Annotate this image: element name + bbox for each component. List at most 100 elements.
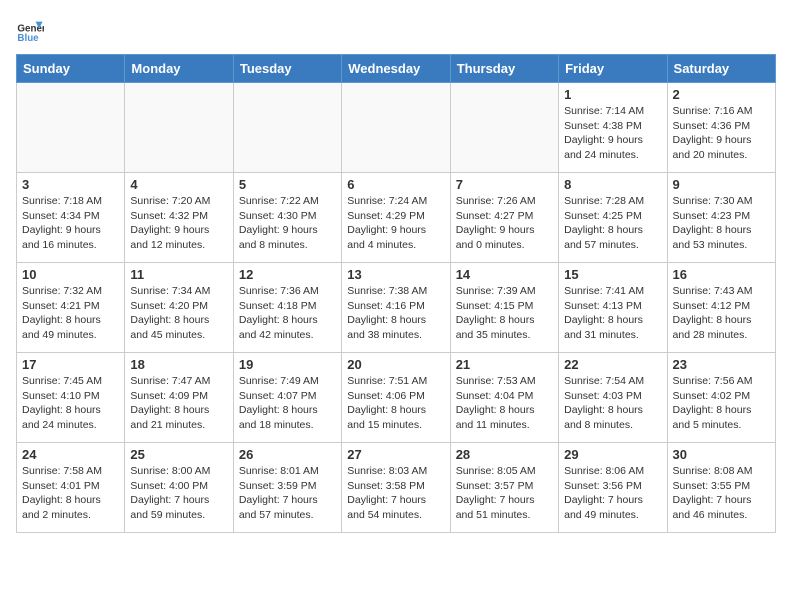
calendar-cell: 30Sunrise: 8:08 AM Sunset: 3:55 PM Dayli… xyxy=(667,443,775,533)
svg-text:Blue: Blue xyxy=(17,33,39,44)
calendar-cell: 12 Sunrise: 7:36 AM Sunset: 4:18 PM Dayli… xyxy=(233,263,341,353)
day-info: Sunrise: 8:01 AM Sunset: 3:59 PM Dayligh… xyxy=(239,464,336,523)
day-info: Sunrise: 8:08 AM Sunset: 3:55 PM Dayligh… xyxy=(673,464,770,523)
day-info: Sunrise: 7:43 AM Sunset: 4:12 PM Dayligh… xyxy=(673,284,770,343)
day-number: 28 xyxy=(456,447,553,462)
calendar-weekday-monday: Monday xyxy=(125,55,233,83)
calendar-week-5: 24Sunrise: 7:58 AM Sunset: 4:01 PM Dayli… xyxy=(17,443,776,533)
calendar-week-1: 1Sunrise: 7:14 AM Sunset: 4:38 PM Daylig… xyxy=(17,83,776,173)
calendar-cell xyxy=(450,83,558,173)
day-number: 24 xyxy=(22,447,119,462)
day-number: 7 xyxy=(456,177,553,192)
calendar-cell: 4Sunrise: 7:20 AM Sunset: 4:32 PM Daylig… xyxy=(125,173,233,263)
day-number: 2 xyxy=(673,87,770,102)
day-number: 18 xyxy=(130,357,227,372)
calendar-cell: 23 Sunrise: 7:56 AM Sunset: 4:02 PM Dayli… xyxy=(667,353,775,443)
calendar-cell: 26 Sunrise: 8:01 AM Sunset: 3:59 PM Dayli… xyxy=(233,443,341,533)
day-info: Sunrise: 7:16 AM Sunset: 4:36 PM Dayligh… xyxy=(673,104,770,163)
calendar-cell: 16Sunrise: 7:43 AM Sunset: 4:12 PM Dayli… xyxy=(667,263,775,353)
calendar-cell: 14 Sunrise: 7:39 AM Sunset: 4:15 PM Dayli… xyxy=(450,263,558,353)
day-number: 13 xyxy=(347,267,444,282)
day-number: 19 xyxy=(239,357,336,372)
day-info: Sunrise: 7:56 AM Sunset: 4:02 PM Dayligh… xyxy=(673,374,770,433)
page-header: General Blue xyxy=(16,16,776,44)
calendar-cell: 13 Sunrise: 7:38 AM Sunset: 4:16 PM Dayli… xyxy=(342,263,450,353)
day-info: Sunrise: 7:22 AM Sunset: 4:30 PM Dayligh… xyxy=(239,194,336,253)
day-info: Sunrise: 7:41 AM Sunset: 4:13 PM Dayligh… xyxy=(564,284,661,343)
day-info: Sunrise: 7:47 AM Sunset: 4:09 PM Dayligh… xyxy=(130,374,227,433)
day-number: 26 xyxy=(239,447,336,462)
calendar-cell: 27 Sunrise: 8:03 AM Sunset: 3:58 PM Dayli… xyxy=(342,443,450,533)
day-number: 17 xyxy=(22,357,119,372)
day-number: 15 xyxy=(564,267,661,282)
day-number: 5 xyxy=(239,177,336,192)
day-info: Sunrise: 7:53 AM Sunset: 4:04 PM Dayligh… xyxy=(456,374,553,433)
day-info: Sunrise: 7:18 AM Sunset: 4:34 PM Dayligh… xyxy=(22,194,119,253)
calendar-weekday-saturday: Saturday xyxy=(667,55,775,83)
day-info: Sunrise: 7:32 AM Sunset: 4:21 PM Dayligh… xyxy=(22,284,119,343)
day-info: Sunrise: 8:05 AM Sunset: 3:57 PM Dayligh… xyxy=(456,464,553,523)
day-info: Sunrise: 7:38 AM Sunset: 4:16 PM Dayligh… xyxy=(347,284,444,343)
calendar-cell: 22Sunrise: 7:54 AM Sunset: 4:03 PM Dayli… xyxy=(559,353,667,443)
calendar-table: SundayMondayTuesdayWednesdayThursdayFrid… xyxy=(16,54,776,533)
logo-icon: General Blue xyxy=(16,16,44,44)
calendar-cell: 21 Sunrise: 7:53 AM Sunset: 4:04 PM Dayli… xyxy=(450,353,558,443)
day-number: 25 xyxy=(130,447,227,462)
calendar-cell xyxy=(17,83,125,173)
calendar-cell: 28 Sunrise: 8:05 AM Sunset: 3:57 PM Dayli… xyxy=(450,443,558,533)
day-info: Sunrise: 7:20 AM Sunset: 4:32 PM Dayligh… xyxy=(130,194,227,253)
day-info: Sunrise: 7:36 AM Sunset: 4:18 PM Dayligh… xyxy=(239,284,336,343)
calendar-cell: 17Sunrise: 7:45 AM Sunset: 4:10 PM Dayli… xyxy=(17,353,125,443)
calendar-cell: 10 Sunrise: 7:32 AM Sunset: 4:21 PM Dayli… xyxy=(17,263,125,353)
calendar-cell: 25 Sunrise: 8:00 AM Sunset: 4:00 PM Dayli… xyxy=(125,443,233,533)
day-number: 3 xyxy=(22,177,119,192)
calendar-week-3: 10 Sunrise: 7:32 AM Sunset: 4:21 PM Dayli… xyxy=(17,263,776,353)
calendar-cell: 7 Sunrise: 7:26 AM Sunset: 4:27 PM Daylig… xyxy=(450,173,558,263)
calendar-week-2: 3 Sunrise: 7:18 AM Sunset: 4:34 PM Daylig… xyxy=(17,173,776,263)
calendar-cell: 2 Sunrise: 7:16 AM Sunset: 4:36 PM Daylig… xyxy=(667,83,775,173)
day-number: 14 xyxy=(456,267,553,282)
logo: General Blue xyxy=(16,16,48,44)
calendar-cell xyxy=(125,83,233,173)
calendar-week-4: 17Sunrise: 7:45 AM Sunset: 4:10 PM Dayli… xyxy=(17,353,776,443)
day-number: 20 xyxy=(347,357,444,372)
calendar-cell: 20 Sunrise: 7:51 AM Sunset: 4:06 PM Dayli… xyxy=(342,353,450,443)
day-number: 21 xyxy=(456,357,553,372)
day-number: 8 xyxy=(564,177,661,192)
day-info: Sunrise: 7:28 AM Sunset: 4:25 PM Dayligh… xyxy=(564,194,661,253)
calendar-cell xyxy=(233,83,341,173)
day-info: Sunrise: 7:51 AM Sunset: 4:06 PM Dayligh… xyxy=(347,374,444,433)
calendar-weekday-wednesday: Wednesday xyxy=(342,55,450,83)
day-info: Sunrise: 7:30 AM Sunset: 4:23 PM Dayligh… xyxy=(673,194,770,253)
calendar-cell xyxy=(342,83,450,173)
day-number: 29 xyxy=(564,447,661,462)
calendar-cell: 18 Sunrise: 7:47 AM Sunset: 4:09 PM Dayli… xyxy=(125,353,233,443)
day-info: Sunrise: 8:03 AM Sunset: 3:58 PM Dayligh… xyxy=(347,464,444,523)
calendar-cell: 1Sunrise: 7:14 AM Sunset: 4:38 PM Daylig… xyxy=(559,83,667,173)
calendar-body: 1Sunrise: 7:14 AM Sunset: 4:38 PM Daylig… xyxy=(17,83,776,533)
day-info: Sunrise: 7:34 AM Sunset: 4:20 PM Dayligh… xyxy=(130,284,227,343)
day-info: Sunrise: 7:49 AM Sunset: 4:07 PM Dayligh… xyxy=(239,374,336,433)
calendar-weekday-thursday: Thursday xyxy=(450,55,558,83)
day-info: Sunrise: 7:24 AM Sunset: 4:29 PM Dayligh… xyxy=(347,194,444,253)
day-number: 9 xyxy=(673,177,770,192)
calendar-cell: 8 Sunrise: 7:28 AM Sunset: 4:25 PM Daylig… xyxy=(559,173,667,263)
day-number: 10 xyxy=(22,267,119,282)
calendar-cell: 29 Sunrise: 8:06 AM Sunset: 3:56 PM Dayli… xyxy=(559,443,667,533)
day-number: 12 xyxy=(239,267,336,282)
day-info: Sunrise: 8:00 AM Sunset: 4:00 PM Dayligh… xyxy=(130,464,227,523)
day-info: Sunrise: 8:06 AM Sunset: 3:56 PM Dayligh… xyxy=(564,464,661,523)
day-info: Sunrise: 7:26 AM Sunset: 4:27 PM Dayligh… xyxy=(456,194,553,253)
day-number: 23 xyxy=(673,357,770,372)
calendar-cell: 6Sunrise: 7:24 AM Sunset: 4:29 PM Daylig… xyxy=(342,173,450,263)
day-number: 27 xyxy=(347,447,444,462)
calendar-cell: 3 Sunrise: 7:18 AM Sunset: 4:34 PM Daylig… xyxy=(17,173,125,263)
day-info: Sunrise: 7:14 AM Sunset: 4:38 PM Dayligh… xyxy=(564,104,661,163)
calendar-cell: 19 Sunrise: 7:49 AM Sunset: 4:07 PM Dayli… xyxy=(233,353,341,443)
day-info: Sunrise: 7:54 AM Sunset: 4:03 PM Dayligh… xyxy=(564,374,661,433)
calendar-cell: 11 Sunrise: 7:34 AM Sunset: 4:20 PM Dayli… xyxy=(125,263,233,353)
calendar-cell: 5 Sunrise: 7:22 AM Sunset: 4:30 PM Daylig… xyxy=(233,173,341,263)
day-number: 11 xyxy=(130,267,227,282)
day-info: Sunrise: 7:39 AM Sunset: 4:15 PM Dayligh… xyxy=(456,284,553,343)
calendar-cell: 9 Sunrise: 7:30 AM Sunset: 4:23 PM Daylig… xyxy=(667,173,775,263)
